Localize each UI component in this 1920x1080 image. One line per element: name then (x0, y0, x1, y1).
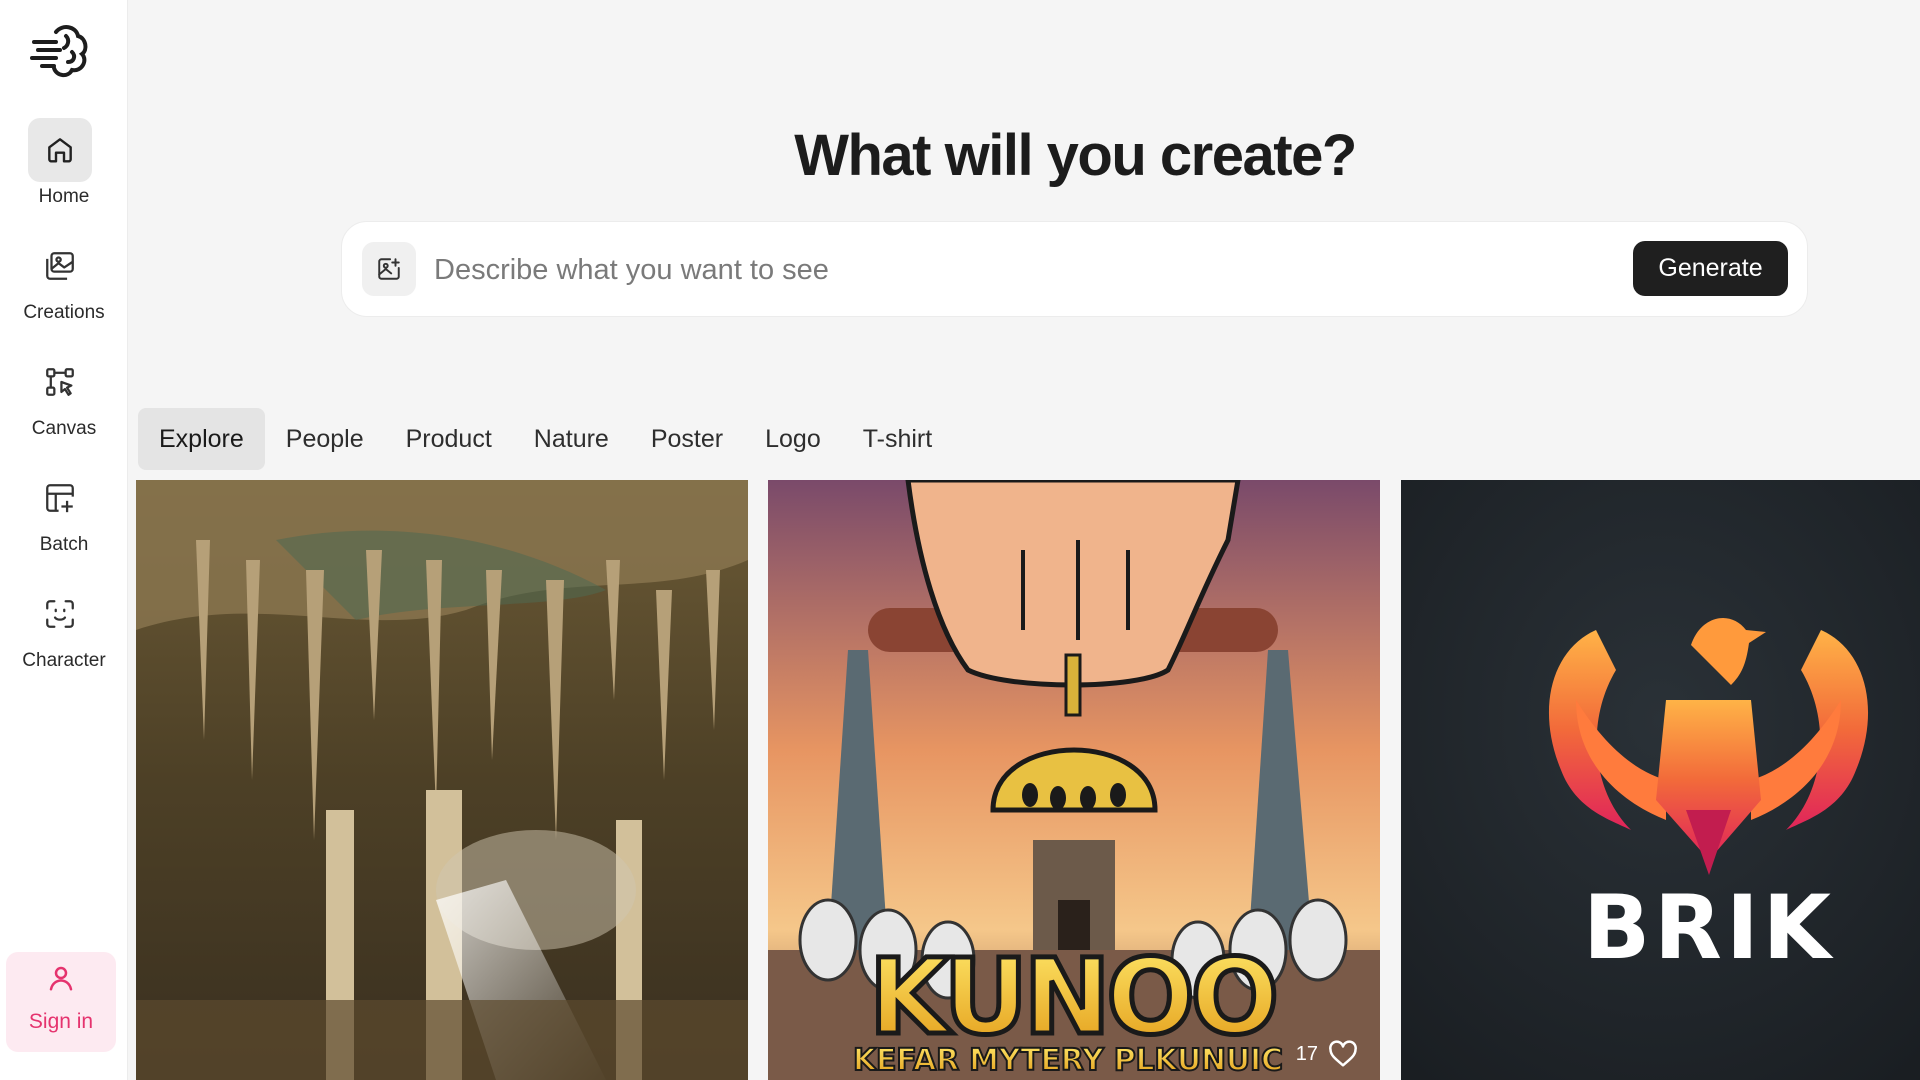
prompt-input[interactable] (434, 246, 1534, 294)
logo-brand-text: BRIK (1583, 876, 1835, 979)
tab-poster[interactable]: Poster (630, 408, 744, 470)
poster-image: KUNOO KEFAR MYTERY PLKUNUIC (768, 480, 1380, 1080)
like-counter[interactable]: 17 (1296, 1040, 1358, 1068)
cave-stalactites-image (136, 480, 748, 1080)
sidebar-item-label: Creations (23, 302, 105, 323)
generate-button[interactable]: Generate (1633, 241, 1788, 296)
home-icon (28, 118, 92, 182)
tab-product[interactable]: Product (385, 408, 513, 470)
tab-people[interactable]: People (265, 408, 385, 470)
sidebar-item-character[interactable]: Character (0, 582, 128, 692)
poster-title: KUNOO (869, 936, 1279, 1058)
tab-nature[interactable]: Nature (513, 408, 630, 470)
poster-subtitle: KEFAR MYTERY PLKUNUIC (853, 1043, 1283, 1078)
page-title: What will you create? (794, 123, 1357, 188)
tab-tshirt[interactable]: T-shirt (842, 408, 953, 470)
like-count: 17 (1295, 1042, 1318, 1065)
sign-in-button[interactable]: Sign in (6, 952, 116, 1052)
batch-grid-icon (28, 466, 92, 530)
image-upload-button[interactable] (362, 242, 416, 296)
sidebar-item-label: Home (38, 186, 90, 207)
category-tabs: Explore People Product Nature Poster Log… (138, 408, 953, 470)
canvas-nodes-icon (28, 350, 92, 414)
gallery-card-logo[interactable]: BRIK (1401, 480, 1920, 1080)
images-icon (28, 234, 92, 298)
phoenix-logo-image: BRIK (1401, 480, 1920, 1080)
image-add-icon (378, 258, 400, 280)
sidebar-item-home[interactable]: Home (0, 118, 128, 228)
sidebar-item-label: Canvas (31, 418, 97, 439)
sidebar-item-label: Character (22, 650, 106, 671)
sidebar: Home Creations Canvas Batch Character Si… (0, 0, 128, 1080)
gallery-card-poster[interactable]: KUNOO KEFAR MYTERY PLKUNUIC 17 (768, 480, 1380, 1080)
sidebar-item-label: Batch (39, 534, 89, 555)
tab-explore[interactable]: Explore (138, 408, 265, 470)
user-icon (46, 962, 76, 994)
sidebar-item-batch[interactable]: Batch (0, 466, 128, 576)
sidebar-item-creations[interactable]: Creations (0, 234, 128, 344)
tab-logo[interactable]: Logo (744, 408, 842, 470)
heart-icon (1329, 1040, 1357, 1067)
brain-logo-icon[interactable] (30, 22, 90, 78)
sidebar-item-canvas[interactable]: Canvas (0, 350, 128, 460)
sign-in-label: Sign in (28, 1010, 94, 1033)
gallery-card-cave[interactable] (136, 480, 748, 1080)
face-scan-icon (28, 582, 92, 646)
prompt-bar: Generate (341, 221, 1808, 317)
